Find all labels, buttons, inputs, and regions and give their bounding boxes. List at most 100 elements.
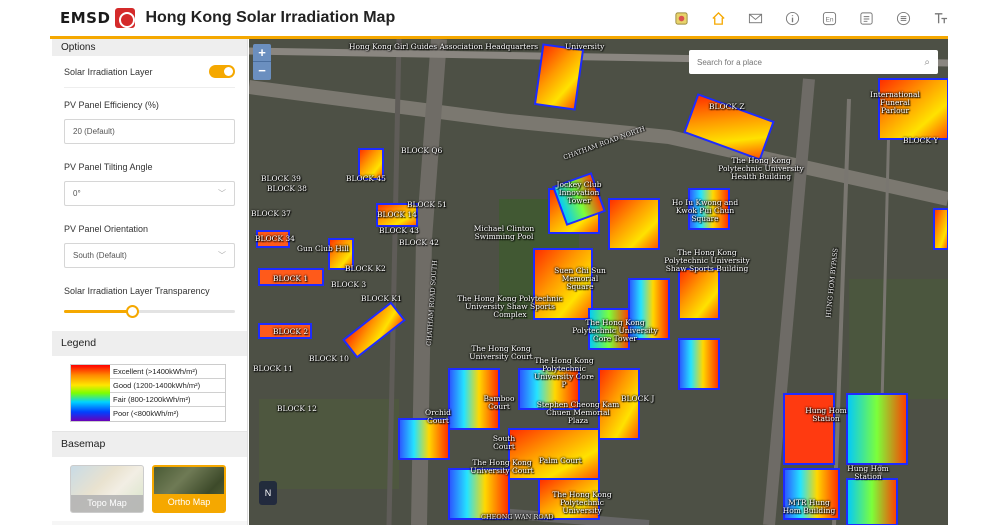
map-label: Jockey Club Innovation Tower: [556, 180, 602, 205]
search-icon[interactable]: ⌕: [924, 57, 930, 68]
map-label: The Hong Kong Polytechnic University Sha…: [664, 248, 750, 273]
app-root: EMSD Hong Kong Solar Irradiation Map En: [0, 0, 1000, 525]
legend-fair: Fair (800-1200kWh/m²): [110, 393, 225, 407]
emsd-logo[interactable]: EMSD: [50, 0, 136, 36]
map-label: BLOCK 11: [253, 364, 293, 373]
map-label: International Funeral Parlour: [870, 90, 920, 115]
map-view[interactable]: + − ⌕ N Hong Kong Girl Guides Associatio…: [249, 39, 948, 525]
map-label: The Hong Kong Polytechnic University Sha…: [457, 294, 563, 319]
news-icon[interactable]: [858, 10, 874, 26]
map-label: BLOCK 45: [346, 174, 386, 183]
legend-panel: Excellent (>1400kWh/m²) Good (1200-1400k…: [52, 356, 247, 432]
language-icon[interactable]: En: [821, 10, 837, 26]
place-search: ⌕: [689, 50, 938, 74]
map-label: BLOCK 39: [261, 174, 301, 183]
tilt-group: PV Panel Tilting Angle 0° ﹀: [64, 144, 235, 206]
map-label: CHEONG WAN ROAD: [481, 513, 554, 521]
top-header: EMSD Hong Kong Solar Irradiation Map En: [50, 0, 948, 36]
solar-layer-label: Solar Irradiation Layer: [64, 66, 153, 77]
map-label: BLOCK 51: [407, 200, 447, 209]
topo-map-label: Topo Map: [71, 495, 143, 512]
map-label: BLOCK J: [621, 394, 655, 403]
legend: Excellent (>1400kWh/m²) Good (1200-1400k…: [70, 364, 226, 422]
map-label: South Court: [492, 434, 516, 451]
map-label: Ho Iu Kwong and Kwok Pui Chun Square: [671, 198, 739, 223]
transparency-label: Solar Irradiation Layer Transparency: [64, 286, 210, 296]
map-label: BLOCK 38: [267, 184, 307, 193]
tilt-select[interactable]: 0° ﹀: [64, 181, 235, 206]
map-label: Palm Court: [539, 456, 582, 465]
map-label: Hong Kong Girl Guides Association Headqu…: [349, 42, 539, 51]
emsd-logo-icon: [115, 8, 136, 28]
map-label: The Hong Kong Polytechnic University Cor…: [534, 356, 594, 389]
search-input[interactable]: [697, 57, 907, 67]
map-label: Gun Club Hill: [297, 244, 349, 253]
basemap-panel: Topo Map Ortho Map: [52, 457, 247, 521]
map-label: BLOCK 12: [277, 404, 317, 413]
options-panel: Solar Irradiation Layer PV Panel Efficie…: [52, 56, 247, 331]
chevron-down-icon: ﹀: [218, 189, 226, 198]
map-label: BLOCK 43: [379, 226, 419, 235]
mail-icon[interactable]: [747, 10, 763, 26]
legend-excellent: Excellent (>1400kWh/m²): [110, 365, 225, 379]
chevron-down-icon: ﹀: [218, 251, 226, 260]
map-label: The Hong Kong Polytechnic University: [552, 490, 612, 515]
info-icon[interactable]: [784, 10, 800, 26]
zoom-in-button[interactable]: +: [253, 44, 271, 62]
slider-thumb[interactable]: [126, 305, 140, 318]
list-icon[interactable]: [895, 10, 911, 26]
map-label: BLOCK 37: [251, 209, 291, 218]
map-label: BLOCK 14: [377, 210, 417, 219]
efficiency-label: PV Panel Efficiency (%): [64, 100, 159, 110]
map-label: Stephen Cheong Kam Chuen Memorial Plaza: [536, 400, 620, 425]
topo-map-option[interactable]: Topo Map: [70, 465, 144, 513]
north-arrow: N: [259, 481, 277, 505]
legend-poor: Poor (<800kWh/m²): [113, 409, 179, 418]
zoom-out-button[interactable]: −: [253, 62, 271, 80]
ortho-map-option[interactable]: Ortho Map: [152, 465, 226, 513]
map-label: BLOCK K2: [345, 264, 386, 273]
page-title: Hong Kong Solar Irradiation Map: [145, 9, 396, 26]
map-label: Hung Hom Station: [805, 406, 847, 423]
map-label: BLOCK 1: [273, 274, 309, 283]
orientation-value: South (Default): [73, 251, 127, 260]
efficiency-group: PV Panel Efficiency (%) 20 (Default): [64, 88, 235, 144]
legend-good: Good (1200-1400kWh/m²): [110, 379, 225, 393]
zoom-control: + −: [253, 44, 271, 80]
transparency-slider[interactable]: [64, 300, 235, 322]
map-label: Suen Chi Sun Memorial Square: [554, 266, 606, 291]
orientation-label: PV Panel Orientation: [64, 224, 149, 234]
map-label: BLOCK K1: [361, 294, 402, 303]
map-label: BLOCK 42: [399, 238, 439, 247]
legend-title: Legend: [52, 331, 247, 356]
legend-rows: Excellent (>1400kWh/m²) Good (1200-1400k…: [110, 365, 225, 421]
map-label: BLOCK Z: [709, 102, 745, 111]
map-label: The Hong Kong Polytechnic University Cor…: [572, 318, 658, 343]
options-title: Options: [52, 39, 247, 56]
tilt-label: PV Panel Tilting Angle: [64, 162, 153, 172]
map-label: The Hong Kong University Court: [470, 458, 534, 475]
map-label: Orchid Court: [425, 408, 451, 425]
tilt-value: 0°: [73, 189, 81, 198]
map-label: BLOCK 10: [309, 354, 349, 363]
home-icon[interactable]: [710, 10, 726, 26]
map-label: University: [565, 42, 605, 51]
slider-fill: [64, 310, 133, 313]
svg-text:En: En: [825, 16, 833, 23]
layers-icon[interactable]: [673, 10, 689, 26]
text-size-icon[interactable]: [932, 10, 948, 26]
transparency-group: Solar Irradiation Layer Transparency: [64, 268, 235, 331]
map-label: Hung Hom Station: [847, 464, 889, 481]
legend-color-ramp: [71, 365, 110, 421]
map-label: BLOCK 2: [273, 327, 309, 336]
orientation-select[interactable]: South (Default) ﹀: [64, 243, 235, 268]
map-label: BLOCK Y: [903, 136, 939, 145]
solar-layer-toggle[interactable]: [209, 65, 235, 78]
efficiency-value: 20 (Default): [73, 127, 115, 136]
map-label: Michael Clinton Swimming Pool: [473, 224, 535, 241]
solar-layer-row: Solar Irradiation Layer: [64, 56, 235, 88]
efficiency-field[interactable]: 20 (Default): [64, 119, 235, 144]
header-toolbar: En: [652, 0, 948, 36]
map-label: The Hong Kong Polytechnic University Hea…: [718, 156, 804, 181]
map-label: BLOCK 3: [331, 280, 367, 289]
